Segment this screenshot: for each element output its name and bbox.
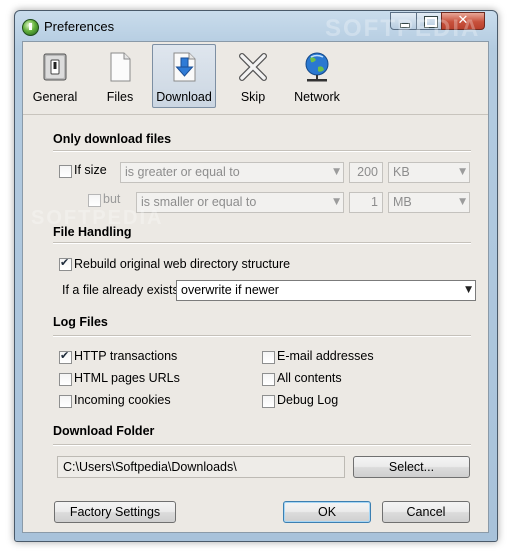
divider <box>53 335 471 337</box>
tab-general-label: General <box>32 90 78 104</box>
all-contents-label: All contents <box>277 371 342 385</box>
incoming-cookies-label: Incoming cookies <box>74 393 171 407</box>
rebuild-structure-label: Rebuild original web directory structure <box>74 257 291 271</box>
close-button[interactable]: ✕ <box>441 12 485 30</box>
email-addresses-checkbox[interactable] <box>262 351 275 364</box>
if-size-label: If size <box>74 163 107 177</box>
title-bar[interactable]: Preferences ✕ <box>15 11 497 41</box>
tab-network[interactable]: Network <box>287 44 347 108</box>
category-toolbar: General Files Download Skip Network <box>23 42 488 115</box>
but-label: but <box>103 192 121 206</box>
html-pages-urls-checkbox[interactable] <box>59 373 72 386</box>
file-exists-select[interactable]: overwrite if newer ▼ <box>176 280 476 301</box>
size1-input[interactable]: 200 <box>349 162 383 183</box>
http-transactions-checkbox[interactable] <box>59 349 72 364</box>
chevron-down-icon: ▼ <box>465 285 472 295</box>
globe-network-icon <box>305 52 329 82</box>
chevron-down-icon: ▼ <box>333 197 340 207</box>
tab-network-label: Network <box>294 90 340 104</box>
cancel-button[interactable]: Cancel <box>382 501 470 523</box>
minimize-button[interactable] <box>390 12 417 30</box>
chevron-down-icon: ▼ <box>459 197 466 207</box>
incoming-cookies-checkbox[interactable] <box>59 395 72 408</box>
skip-x-icon <box>239 53 267 81</box>
size-condition2-select[interactable]: is smaller or equal to ▼ <box>136 192 344 213</box>
debug-log-checkbox[interactable] <box>262 395 275 408</box>
file-icon <box>110 52 131 82</box>
email-addresses-label: E-mail addresses <box>277 349 374 363</box>
download-folder-title: Download Folder <box>53 424 155 438</box>
file-handling-title: File Handling <box>53 225 132 239</box>
size2-input[interactable]: 1 <box>349 192 383 213</box>
close-icon: ✕ <box>457 13 469 28</box>
ok-button[interactable]: OK <box>283 501 371 523</box>
tab-files-label: Files <box>106 90 134 104</box>
log-files-title: Log Files <box>53 315 108 329</box>
debug-log-label: Debug Log <box>277 393 339 407</box>
unit2-value: MB <box>393 195 412 209</box>
maximize-icon <box>424 16 438 28</box>
size-condition2-value: is smaller or equal to <box>141 195 257 209</box>
size-condition1-value: is greater or equal to <box>125 165 240 179</box>
chevron-down-icon: ▼ <box>333 167 340 177</box>
size-condition1-select[interactable]: is greater or equal to ▼ <box>120 162 344 183</box>
tab-general[interactable]: General <box>25 44 85 108</box>
switch-icon <box>43 53 67 81</box>
app-icon <box>22 19 39 36</box>
if-size-checkbox[interactable] <box>59 165 72 178</box>
http-transactions-label: HTTP transactions <box>74 349 178 363</box>
tab-download[interactable]: Download <box>152 44 216 108</box>
unit2-select[interactable]: MB ▼ <box>388 192 470 213</box>
preferences-window: Preferences ✕ General Files Download Ski… <box>14 10 498 542</box>
but-checkbox[interactable] <box>88 194 101 207</box>
download-folder-path[interactable]: C:\Users\Softpedia\Downloads\ <box>57 456 345 478</box>
window-title: Preferences <box>44 19 115 34</box>
divider <box>53 242 471 244</box>
chevron-down-icon: ▼ <box>459 167 466 177</box>
unit1-select[interactable]: KB ▼ <box>388 162 470 183</box>
minimize-icon <box>400 23 410 28</box>
divider <box>53 444 471 446</box>
file-exists-label: If a file already exists <box>62 283 179 297</box>
select-folder-button[interactable]: Select... <box>353 456 470 478</box>
file-exists-value: overwrite if newer <box>181 283 279 297</box>
download-icon <box>173 52 196 82</box>
only-download-title: Only download files <box>53 132 172 146</box>
tab-files[interactable]: Files <box>94 44 146 108</box>
html-pages-urls-label: HTML pages URLs <box>74 371 180 385</box>
all-contents-checkbox[interactable] <box>262 373 275 386</box>
rebuild-structure-checkbox[interactable] <box>59 256 72 271</box>
dialog-body: General Files Download Skip Network Only… <box>22 41 489 533</box>
tab-download-label: Download <box>156 90 212 104</box>
maximize-button[interactable] <box>416 12 442 30</box>
divider <box>53 150 471 152</box>
factory-settings-button[interactable]: Factory Settings <box>54 501 176 523</box>
unit1-value: KB <box>393 165 410 179</box>
tab-skip[interactable]: Skip <box>227 44 279 108</box>
tab-skip-label: Skip <box>240 90 266 104</box>
